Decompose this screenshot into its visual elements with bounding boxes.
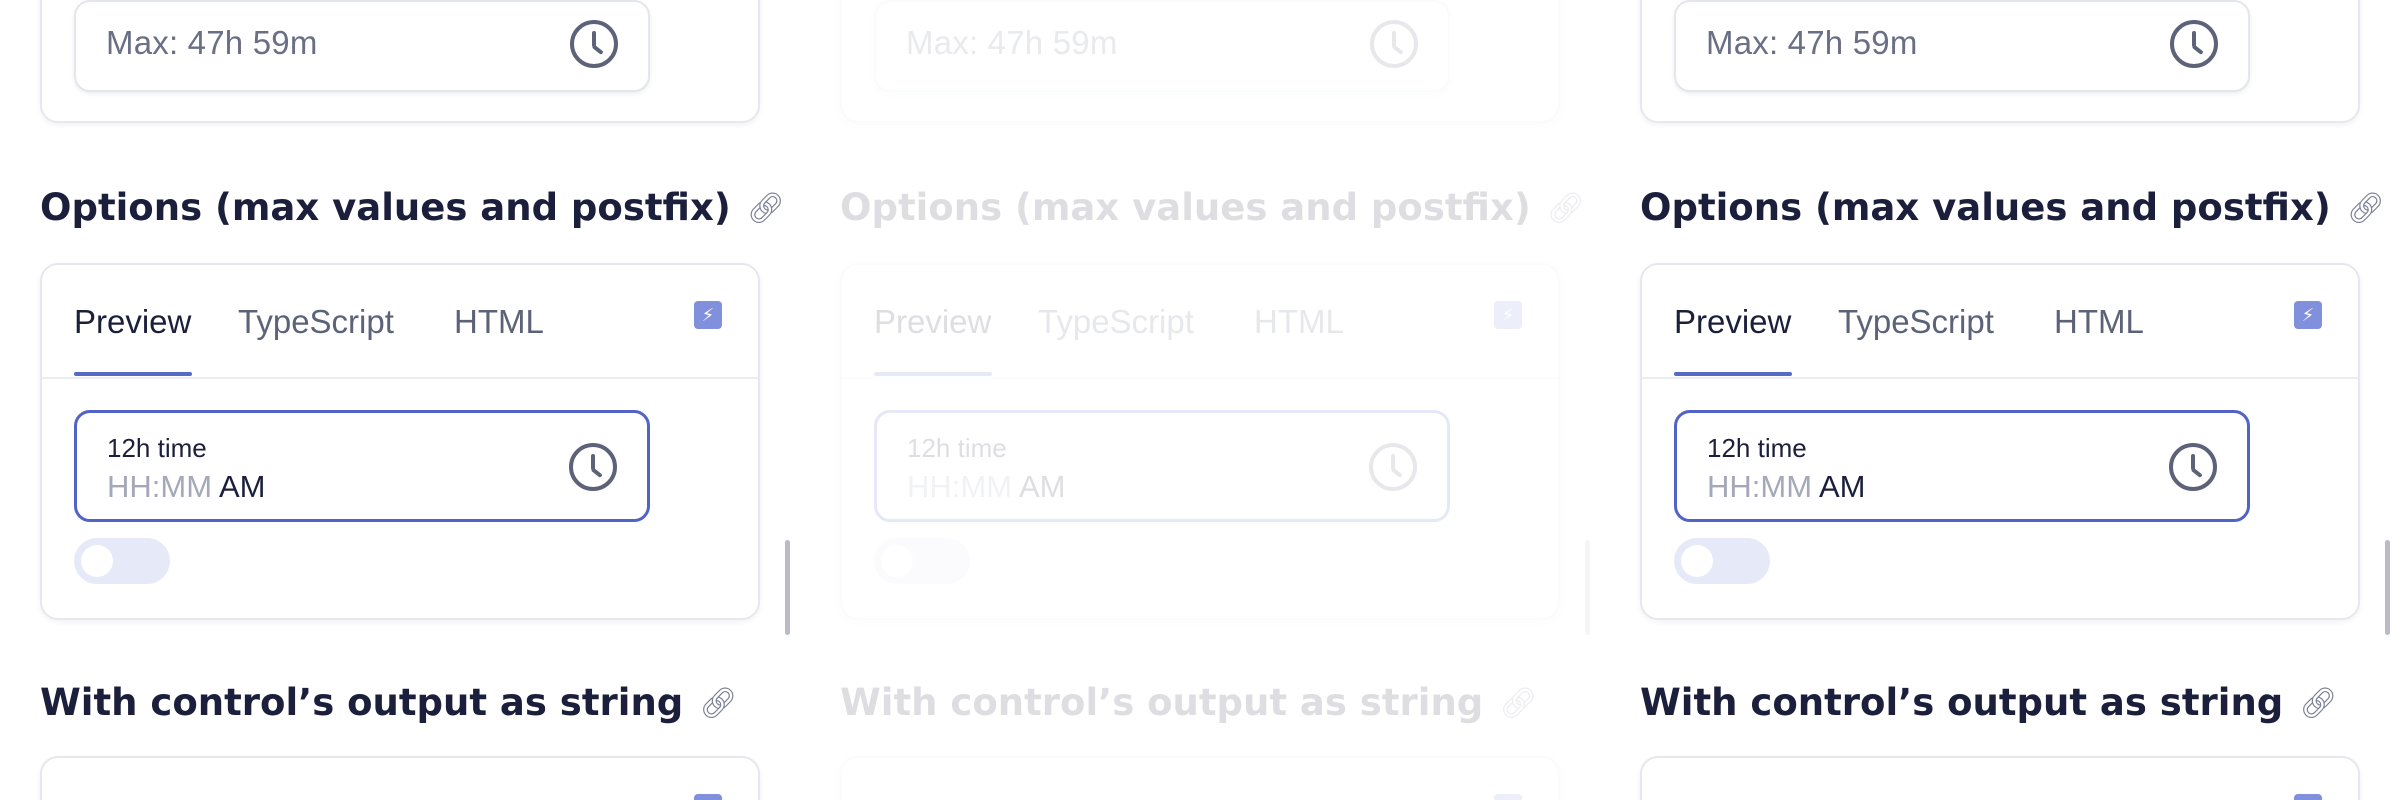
options-example-card: Preview TypeScript HTML ⚡︎ 12h time HH:M…	[840, 263, 1560, 620]
tab-typescript[interactable]: TypeScript	[238, 303, 394, 341]
toggle-knob	[881, 545, 913, 577]
clock-icon[interactable]	[569, 443, 617, 491]
toggle-switch[interactable]	[874, 538, 970, 584]
max-duration-hint: Max: 47h 59m	[1706, 24, 1918, 61]
bolt-icon[interactable]: ⚡︎	[694, 301, 722, 329]
active-tab-indicator	[74, 372, 192, 376]
tabs-divider	[1642, 377, 2358, 379]
field-value[interactable]: HH:MM AM	[107, 469, 265, 505]
section-heading-options: Options (max values and postfix) 🔗︎	[40, 186, 785, 229]
bolt-icon[interactable]: ⚡︎	[1494, 301, 1522, 329]
section-heading-text: With control’s output as string	[840, 681, 1484, 724]
link-icon[interactable]: 🔗︎	[747, 191, 785, 226]
section-heading-string-output: With control’s output as string 🔗︎	[40, 681, 737, 724]
docs-panel-2: Max: 47h 59m Options (max values and pos…	[800, 0, 1600, 800]
active-tab-indicator	[874, 372, 992, 376]
docs-panel-3: Max: 47h 59m Options (max values and pos…	[1600, 0, 2400, 800]
link-icon[interactable]: 🔗︎	[699, 686, 737, 721]
duration-input[interactable]: Max: 47h 59m	[74, 0, 650, 92]
link-icon[interactable]: 🔗︎	[2347, 191, 2385, 226]
time-postfix: AM	[212, 469, 266, 504]
link-icon[interactable]: 🔗︎	[1499, 686, 1537, 721]
max-duration-hint: Max: 47h 59m	[106, 24, 318, 61]
docs-panel-1: Max: 47h 59m Options (max values and pos…	[0, 0, 800, 800]
field-value[interactable]: HH:MM AM	[907, 469, 1065, 505]
max-duration-hint: Max: 47h 59m	[906, 24, 1118, 61]
tab-preview[interactable]: Preview	[1674, 303, 1791, 341]
toggle-knob	[81, 545, 113, 577]
active-tab-indicator	[1674, 372, 1792, 376]
field-label: 12h time	[907, 433, 1007, 463]
tabs-divider	[842, 377, 1558, 379]
time-postfix: AM	[1012, 469, 1066, 504]
string-output-card: ⚡︎	[840, 756, 1560, 800]
time-placeholder: HH:MM	[907, 469, 1013, 504]
tab-preview[interactable]: Preview	[874, 303, 991, 341]
scrollbar-thumb[interactable]	[2385, 540, 2390, 635]
tabs-divider	[42, 377, 758, 379]
tab-html[interactable]: HTML	[2054, 303, 2144, 341]
scrollbar-thumb[interactable]	[785, 540, 790, 635]
bolt-icon[interactable]: ⚡︎	[1494, 794, 1522, 800]
section-heading-text: With control’s output as string	[40, 681, 684, 724]
link-icon[interactable]: 🔗︎	[1547, 191, 1585, 226]
clock-icon[interactable]	[2169, 443, 2217, 491]
time-placeholder: HH:MM	[1707, 469, 1813, 504]
tab-html[interactable]: HTML	[1254, 303, 1344, 341]
duration-input[interactable]: Max: 47h 59m	[1674, 0, 2250, 92]
bolt-icon[interactable]: ⚡︎	[694, 794, 722, 800]
section-heading-text: With control’s output as string	[1640, 681, 2284, 724]
clock-icon[interactable]	[2170, 20, 2218, 68]
section-heading-string-output: With control’s output as string 🔗︎	[840, 681, 1537, 724]
duration-card: Max: 47h 59m	[840, 0, 1560, 123]
section-heading-string-output: With control’s output as string 🔗︎	[1640, 681, 2337, 724]
toggle-switch[interactable]	[74, 538, 170, 584]
string-output-card: ⚡︎	[40, 756, 760, 800]
time-postfix: AM	[1812, 469, 1866, 504]
section-heading-text: Options (max values and postfix)	[1640, 186, 2331, 229]
tab-preview[interactable]: Preview	[74, 303, 191, 341]
section-heading-options: Options (max values and postfix) 🔗︎	[840, 186, 1585, 229]
field-value[interactable]: HH:MM AM	[1707, 469, 1865, 505]
toggle-knob	[1681, 545, 1713, 577]
duration-card: Max: 47h 59m	[40, 0, 760, 123]
toggle-switch[interactable]	[1674, 538, 1770, 584]
section-heading-text: Options (max values and postfix)	[840, 186, 1531, 229]
clock-icon[interactable]	[1370, 20, 1418, 68]
duration-input[interactable]: Max: 47h 59m	[874, 0, 1450, 92]
section-heading-text: Options (max values and postfix)	[40, 186, 731, 229]
bolt-icon[interactable]: ⚡︎	[2294, 794, 2322, 800]
clock-icon[interactable]	[1369, 443, 1417, 491]
field-label: 12h time	[1707, 433, 1807, 463]
clock-icon[interactable]	[570, 20, 618, 68]
time-input-12h[interactable]: 12h time HH:MM AM	[74, 410, 650, 522]
field-label: 12h time	[107, 433, 207, 463]
section-heading-options: Options (max values and postfix) 🔗︎	[1640, 186, 2385, 229]
link-icon[interactable]: 🔗︎	[2299, 686, 2337, 721]
bolt-icon[interactable]: ⚡︎	[2294, 301, 2322, 329]
time-placeholder: HH:MM	[107, 469, 213, 504]
time-input-12h[interactable]: 12h time HH:MM AM	[874, 410, 1450, 522]
tab-typescript[interactable]: TypeScript	[1838, 303, 1994, 341]
time-input-12h[interactable]: 12h time HH:MM AM	[1674, 410, 2250, 522]
scrollbar-thumb[interactable]	[1585, 540, 1590, 635]
string-output-card: ⚡︎	[1640, 756, 2360, 800]
options-example-card: Preview TypeScript HTML ⚡︎ 12h time HH:M…	[1640, 263, 2360, 620]
duration-card: Max: 47h 59m	[1640, 0, 2360, 123]
tab-html[interactable]: HTML	[454, 303, 544, 341]
options-example-card: Preview TypeScript HTML ⚡︎ 12h time HH:M…	[40, 263, 760, 620]
tab-typescript[interactable]: TypeScript	[1038, 303, 1194, 341]
